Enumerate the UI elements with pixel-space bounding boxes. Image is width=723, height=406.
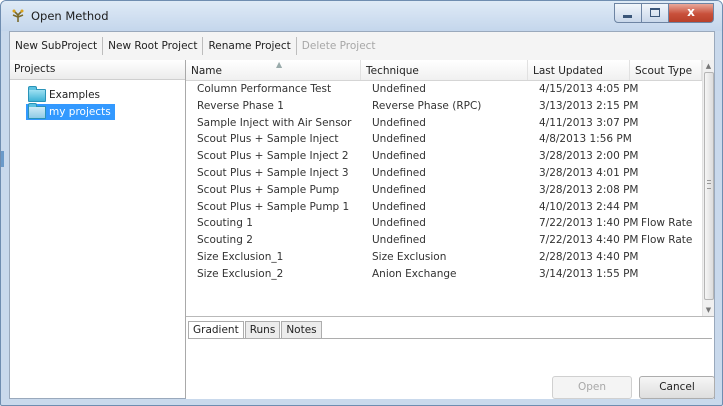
table-cell: Scouting 2	[197, 234, 253, 247]
table-row[interactable]: Size Exclusion_2 Anion Exchange 3/14/2013 …	[186, 266, 702, 283]
table-cell: Size Exclusion	[372, 250, 447, 263]
dialog-body: New SubProject New Root Project Rename P…	[9, 31, 715, 399]
delete-project-button[interactable]: Delete Project	[297, 33, 381, 59]
table-cell: Scout Plus + Sample Pump	[197, 183, 340, 196]
tree-item-label: my projects	[49, 106, 111, 118]
table-cell: Flow Rate	[641, 217, 693, 230]
table-row[interactable]: Sample Inject with Air Sensor Undefined 4/…	[186, 115, 702, 132]
folder-icon	[28, 102, 46, 119]
table-cell: Anion Exchange	[372, 267, 457, 280]
table-row[interactable]: Scout Plus + Sample Pump Undefined 3/28/20…	[186, 182, 702, 199]
column-header-name[interactable]: Name ▲	[186, 60, 361, 80]
table-row[interactable]: Scout Plus + Sample Inject 3 Undefined 3/2…	[186, 165, 702, 182]
close-button[interactable]: x	[669, 3, 714, 23]
projects-header: Projects	[10, 60, 185, 80]
tab-runs[interactable]: Runs	[244, 321, 281, 338]
table-cell: 4/8/2013 1:56 PM	[539, 133, 632, 146]
window-title: Open Method	[31, 9, 109, 23]
table-cell: Scout Plus + Sample Inject	[197, 133, 339, 146]
sort-ascending-icon: ▲	[276, 60, 283, 69]
minimize-button[interactable]	[614, 3, 642, 23]
column-header-scout-type[interactable]: Scout Type	[630, 60, 702, 80]
table-cell: 3/28/2013 2:08 PM	[539, 183, 639, 196]
table-cell: 3/28/2013 2:00 PM	[539, 150, 639, 163]
table-cell: Scouting 1	[197, 217, 253, 230]
scroll-down-icon[interactable]: ▼	[704, 305, 713, 315]
column-header-label: Last Updated	[533, 65, 603, 77]
project-toolbar: New SubProject New Root Project Rename P…	[10, 32, 714, 61]
open-button[interactable]: Open	[552, 376, 632, 399]
methods-table-header: Name ▲ Technique Last Updated Scout Type	[186, 60, 702, 81]
table-cell: 3/14/2013 1:55 PM	[539, 267, 639, 280]
table-cell: Undefined	[372, 234, 426, 247]
table-cell: Undefined	[372, 183, 426, 196]
table-cell: 7/22/2013 1:40 PM	[539, 217, 639, 230]
maximize-button[interactable]	[642, 3, 669, 23]
tab-gradient[interactable]: Gradient	[188, 321, 244, 339]
new-subproject-button[interactable]: New SubProject	[10, 33, 102, 59]
cancel-button[interactable]: Cancel	[639, 376, 715, 399]
table-cell: Flow Rate	[641, 234, 693, 247]
table-cell: Reverse Phase (RPC)	[372, 99, 482, 112]
table-cell: 4/10/2013 2:44 PM	[539, 200, 639, 213]
app-icon	[12, 9, 24, 22]
table-row[interactable]: Scout Plus + Sample Inject Undefined 4/8/2…	[186, 131, 702, 148]
tree-item-examples[interactable]: Examples	[26, 85, 104, 103]
maximize-icon	[650, 8, 660, 17]
column-header-label: Technique	[366, 65, 419, 77]
table-cell: Size Exclusion_2	[197, 267, 284, 280]
resize-grip[interactable]	[1, 151, 4, 167]
table-row[interactable]: Column Performance Test Undefined 4/15/201…	[186, 81, 702, 98]
table-cell: Reverse Phase 1	[197, 99, 284, 112]
table-cell: Undefined	[372, 116, 426, 129]
column-header-label: Name	[191, 65, 222, 77]
table-row[interactable]: Scout Plus + Sample Inject 2 Undefined 3/2…	[186, 148, 702, 165]
table-row[interactable]: Reverse Phase 1 Reverse Phase (RPC) 3/13/2…	[186, 98, 702, 115]
title-bar: Open Method x	[1, 1, 722, 31]
vertical-scrollbar[interactable]: ▲ ▼	[702, 60, 714, 316]
column-header-technique[interactable]: Technique	[361, 60, 528, 80]
table-cell: Undefined	[372, 166, 426, 179]
grip-icon	[707, 180, 711, 189]
projects-pane: Projects Examples my projects	[10, 60, 186, 398]
column-header-label: Scout Type	[635, 65, 693, 77]
scroll-up-icon[interactable]: ▲	[704, 61, 713, 71]
scroll-thumb[interactable]	[704, 72, 714, 300]
dialog-footer: Open Cancel	[9, 376, 715, 399]
tab-strip: Gradient Runs Notes	[188, 321, 323, 339]
table-row[interactable]: Scouting 2 Undefined 7/22/2013 4:40 PM Flow…	[186, 232, 702, 249]
tree-item-label: Examples	[49, 89, 101, 101]
methods-pane: Name ▲ Technique Last Updated Scout Type…	[186, 60, 714, 399]
table-cell: 4/15/2013 4:05 PM	[539, 83, 639, 95]
table-cell: Column Performance Test	[197, 83, 332, 95]
table-row[interactable]: Scout Plus + Sample Pump 1 Undefined 4/10/…	[186, 199, 702, 216]
table-cell: Undefined	[372, 217, 426, 230]
open-method-dialog: Open Method x New SubProject New Root Pr…	[0, 0, 723, 406]
table-cell: 3/28/2013 4:01 PM	[539, 166, 639, 179]
table-cell: 2/28/2013 4:40 PM	[539, 250, 639, 263]
table-cell: Scout Plus + Sample Pump 1	[197, 200, 350, 213]
table-cell: Undefined	[372, 83, 426, 95]
tree-item-my-projects[interactable]: my projects	[26, 102, 115, 120]
table-cell: Undefined	[372, 133, 426, 146]
tab-notes[interactable]: Notes	[281, 321, 322, 338]
table-cell: Undefined	[372, 150, 426, 163]
table-cell: Size Exclusion_1	[197, 250, 284, 263]
table-cell: 4/11/2013 3:07 PM	[539, 116, 639, 129]
window-controls: x	[614, 3, 714, 23]
methods-table-body: Column Performance Test Undefined 4/15/201…	[186, 81, 702, 283]
new-root-project-button[interactable]: New Root Project	[103, 33, 202, 59]
folder-icon	[28, 85, 46, 102]
table-cell: Sample Inject with Air Sensor	[197, 116, 352, 129]
table-row[interactable]: Scouting 1 Undefined 7/22/2013 1:40 PM Flow…	[186, 215, 702, 232]
table-cell: 3/13/2013 2:15 PM	[539, 99, 639, 112]
column-header-last-updated[interactable]: Last Updated	[528, 60, 630, 80]
table-cell: 7/22/2013 4:40 PM	[539, 234, 639, 247]
table-cell: Scout Plus + Sample Inject 3	[197, 166, 349, 179]
table-row[interactable]: Size Exclusion_1 Size Exclusion 2/28/2013 …	[186, 249, 702, 266]
table-cell: Scout Plus + Sample Inject 2	[197, 150, 349, 163]
table-cell: Undefined	[372, 200, 426, 213]
minimize-icon	[623, 15, 632, 18]
